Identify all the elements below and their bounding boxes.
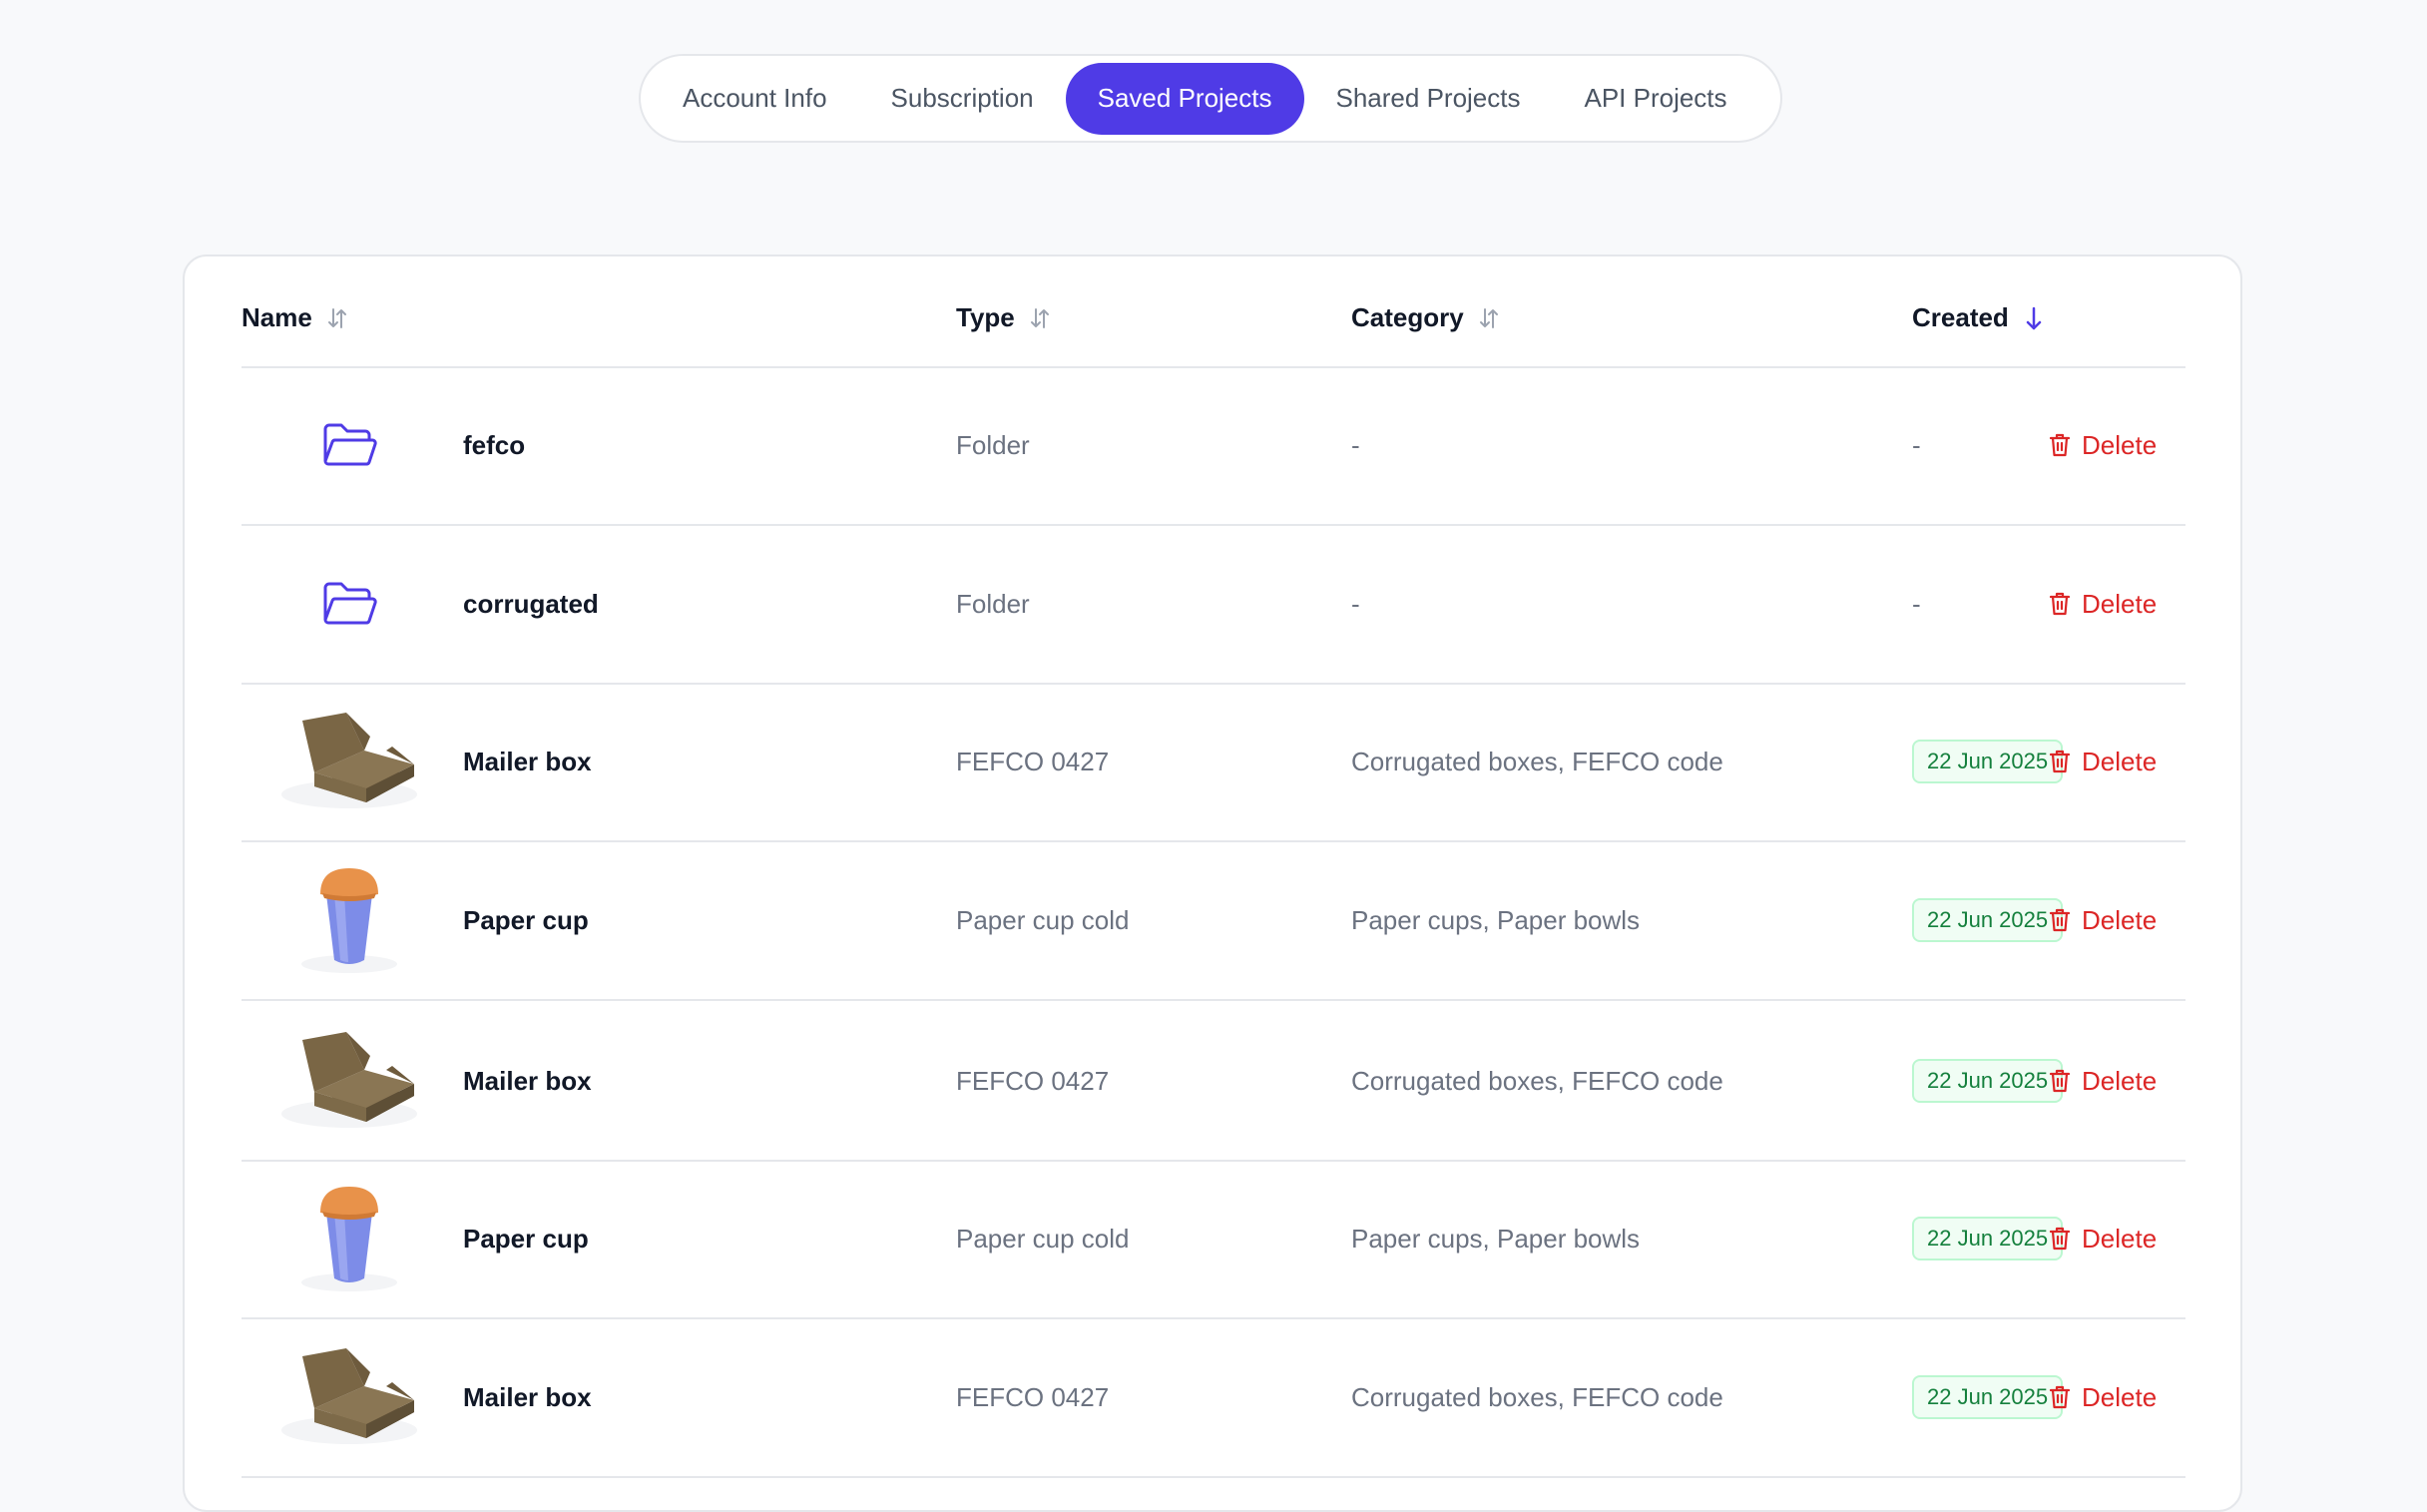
project-category: Paper cups, Paper bowls xyxy=(1351,1223,1641,1254)
table-row[interactable]: fefco Folder - - Delete xyxy=(242,366,2185,526)
project-name[interactable]: Paper cup xyxy=(463,841,589,999)
delete-label: Delete xyxy=(2082,429,2158,460)
delete-button[interactable]: Delete xyxy=(2048,683,2187,840)
created-date-badge: 22 Jun 2025 xyxy=(1912,740,2064,783)
delete-button[interactable]: Delete xyxy=(2048,1002,2187,1160)
created-cell: 22 Jun 2025 xyxy=(1912,1002,2064,1160)
created-date-badge: 22 Jun 2025 xyxy=(1912,1217,2064,1260)
delete-label: Delete xyxy=(2082,1223,2158,1254)
trash-icon xyxy=(2048,1068,2072,1094)
projects-table-card: Name Type Category Created fefco Folder - -… xyxy=(183,254,2242,1512)
column-header-created-label: Created xyxy=(1912,302,2009,332)
sort-icon xyxy=(1029,306,1051,330)
tab-bar: Account Info Subscription Saved Projects… xyxy=(639,54,1782,143)
column-header-name-label: Name xyxy=(242,302,312,332)
table-row[interactable]: Mailer box FEFCO 0427 Corrugated boxes, FE… xyxy=(242,683,2185,842)
sort-icon xyxy=(326,306,348,330)
project-category: - xyxy=(1351,588,1360,619)
created-cell: 22 Jun 2025 xyxy=(1912,1160,2064,1317)
trash-icon xyxy=(2048,907,2072,933)
table-row[interactable]: corrugated Folder - - Delete xyxy=(242,525,2185,685)
tab-subscription[interactable]: Subscription xyxy=(859,63,1066,135)
trash-icon xyxy=(2048,1226,2072,1252)
trash-icon xyxy=(2048,432,2072,458)
project-category: Corrugated boxes, FEFCO code xyxy=(1351,746,1723,776)
project-name[interactable]: Mailer box xyxy=(463,1002,592,1160)
column-header-category-label: Category xyxy=(1351,302,1464,332)
created-date-badge: 22 Jun 2025 xyxy=(1912,898,2064,942)
project-category: Corrugated boxes, FEFCO code xyxy=(1351,1381,1723,1412)
delete-button[interactable]: Delete xyxy=(2048,841,2187,999)
created-date-badge: 22 Jun 2025 xyxy=(1912,1059,2064,1103)
created-date: - xyxy=(1912,429,1921,460)
table-row[interactable]: Mailer box FEFCO 0427 Corrugated boxes, FE… xyxy=(242,1002,2185,1162)
created-date: - xyxy=(1912,588,1921,619)
trash-icon xyxy=(2048,749,2072,774)
project-type: Folder xyxy=(956,429,1030,460)
created-cell: 22 Jun 2025 xyxy=(1912,841,2064,999)
tab-api-projects[interactable]: API Projects xyxy=(1552,63,1758,135)
trash-icon xyxy=(2048,591,2072,617)
column-header-type-label: Type xyxy=(956,302,1015,332)
project-type: Paper cup cold xyxy=(956,1223,1130,1254)
tab-shared-projects[interactable]: Shared Projects xyxy=(1304,63,1553,135)
mailer-box-thumbnail xyxy=(261,1002,436,1160)
column-header-type[interactable]: Type xyxy=(956,302,1051,333)
project-name[interactable]: fefco xyxy=(463,366,525,524)
created-cell: 22 Jun 2025 xyxy=(1912,683,2064,840)
project-type: FEFCO 0427 xyxy=(956,746,1110,776)
project-category: Paper cups, Paper bowls xyxy=(1351,904,1641,935)
table-row[interactable]: Mailer box FEFCO 0427 Corrugated boxes, FE… xyxy=(242,1318,2185,1478)
delete-label: Delete xyxy=(2082,746,2158,776)
delete-label: Delete xyxy=(2082,588,2158,619)
paper-cup-thumbnail xyxy=(261,841,436,999)
delete-button[interactable]: Delete xyxy=(2048,1160,2187,1317)
project-type: FEFCO 0427 xyxy=(956,1381,1110,1412)
folder-icon xyxy=(261,525,436,683)
project-name[interactable]: Mailer box xyxy=(463,1318,592,1476)
sort-icon xyxy=(1478,306,1500,330)
created-cell: 22 Jun 2025 xyxy=(1912,1318,2064,1476)
project-category: Corrugated boxes, FEFCO code xyxy=(1351,1065,1723,1096)
delete-label: Delete xyxy=(2082,1065,2158,1096)
folder-icon xyxy=(261,366,436,524)
delete-label: Delete xyxy=(2082,904,2158,935)
tab-saved-projects[interactable]: Saved Projects xyxy=(1065,62,1304,135)
project-type: Paper cup cold xyxy=(956,904,1130,935)
tab-account-info[interactable]: Account Info xyxy=(651,63,859,135)
project-category: - xyxy=(1351,429,1360,460)
trash-icon xyxy=(2048,1384,2072,1410)
created-cell: - xyxy=(1912,525,1921,683)
project-name[interactable]: Paper cup xyxy=(463,1160,589,1317)
delete-label: Delete xyxy=(2082,1381,2158,1412)
table-row[interactable]: Paper cup Paper cup cold Paper cups, Paper… xyxy=(242,1160,2185,1319)
column-header-created[interactable]: Created xyxy=(1912,302,2045,333)
table-header: Name Type Category Created xyxy=(242,256,2185,368)
created-date-badge: 22 Jun 2025 xyxy=(1912,1375,2064,1419)
delete-button[interactable]: Delete xyxy=(2048,366,2187,524)
sort-desc-icon xyxy=(2023,304,2045,332)
project-type: Folder xyxy=(956,588,1030,619)
column-header-name[interactable]: Name xyxy=(242,302,348,333)
mailer-box-thumbnail xyxy=(261,1318,436,1476)
paper-cup-thumbnail xyxy=(261,1160,436,1317)
delete-button[interactable]: Delete xyxy=(2048,525,2187,683)
mailer-box-thumbnail xyxy=(261,683,436,840)
project-name[interactable]: Mailer box xyxy=(463,683,592,840)
project-name[interactable]: corrugated xyxy=(463,525,599,683)
table-row[interactable]: Paper cup Paper cup cold Paper cups, Paper… xyxy=(242,841,2185,1001)
project-type: FEFCO 0427 xyxy=(956,1065,1110,1096)
column-header-category[interactable]: Category xyxy=(1351,302,1500,333)
delete-button[interactable]: Delete xyxy=(2048,1318,2187,1476)
created-cell: - xyxy=(1912,366,1921,524)
